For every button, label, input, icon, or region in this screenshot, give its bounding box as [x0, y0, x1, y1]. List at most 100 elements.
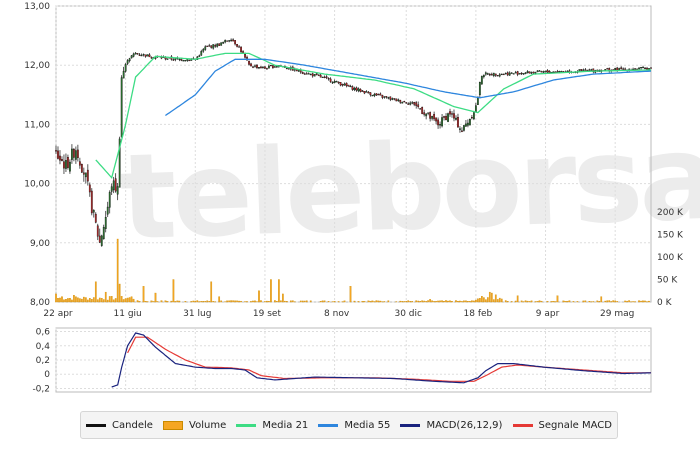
volume-bar [469, 301, 471, 303]
candle-body [75, 150, 77, 160]
x-tick-label: 8 nov [324, 309, 350, 319]
candle-body [518, 73, 521, 75]
chart-legend: Candele Volume Media 21 Media 55 MACD(26,12,… [80, 411, 618, 439]
volume-bar [459, 300, 461, 303]
candle-body [638, 67, 640, 70]
volume-bar [86, 299, 89, 303]
candle-body [307, 73, 310, 75]
candle-body [214, 44, 217, 47]
candle-body [86, 169, 89, 182]
volume-bar [447, 300, 449, 303]
candle-body [538, 70, 541, 72]
candle-body [634, 68, 636, 70]
candle-body [532, 71, 535, 74]
volume-bar [530, 300, 533, 303]
volume-bar [371, 300, 374, 303]
candle-body [150, 57, 153, 59]
candle-body [319, 74, 322, 78]
candle-body [264, 66, 266, 69]
candle-body [136, 53, 139, 55]
candle-body [544, 70, 547, 73]
volume-bar [367, 300, 370, 303]
legend-item[interactable]: MACD(26,12,9) [400, 420, 502, 431]
candle-body [218, 43, 221, 46]
candle-body [325, 76, 328, 78]
legend-item[interactable]: Candele [86, 420, 153, 431]
volume-bar [490, 292, 493, 303]
candle-body [471, 117, 473, 119]
volume-bar [172, 279, 175, 303]
volume-bar [353, 300, 356, 303]
volume-bar [405, 300, 408, 303]
volume-bar [479, 298, 481, 303]
volume-bar [85, 297, 87, 303]
candle-body [363, 91, 366, 94]
volume-bar [280, 300, 282, 303]
volume-bar [614, 300, 617, 303]
candle-body [96, 225, 99, 237]
candle-body [415, 102, 418, 106]
candle-body [234, 40, 236, 45]
volume-bar [554, 301, 557, 303]
volume-bar [373, 301, 376, 303]
legend-item[interactable]: Volume [163, 420, 226, 431]
candle-body [449, 111, 451, 115]
candle-body [140, 55, 143, 57]
volume-bar [349, 286, 352, 303]
ma21-series-line [95, 52, 652, 180]
candle-body [104, 217, 107, 229]
volume-bar [451, 301, 453, 303]
volume-bar [63, 299, 65, 303]
candle-body [166, 58, 169, 60]
volume-bar [449, 300, 451, 303]
volume-bar [212, 301, 215, 303]
volume-bar [492, 299, 495, 303]
candle-body [528, 71, 531, 74]
volume-bar [520, 300, 523, 303]
volume-bar [628, 300, 630, 303]
volume-bar [546, 301, 549, 303]
candle-body [198, 55, 201, 57]
candle-body [556, 71, 559, 73]
volume-bar [644, 300, 646, 303]
candle-body [524, 72, 527, 74]
volume-bar [299, 300, 302, 303]
volume-y-tick-label: 50 K [657, 276, 678, 286]
candle-body [339, 82, 342, 86]
volume-bar [114, 298, 117, 303]
volume-bar [528, 301, 531, 303]
candle-body [421, 106, 424, 114]
volume-bar [152, 301, 155, 303]
volume-bar [383, 301, 386, 303]
volume-bar [236, 300, 238, 303]
legend-item[interactable]: Media 21 [236, 420, 308, 431]
volume-bar [488, 291, 491, 303]
volume-bar [156, 301, 159, 303]
volume-bar [606, 300, 609, 303]
candle-body [512, 73, 515, 75]
candle-body [494, 73, 497, 76]
volume-bar [640, 300, 642, 303]
volume-bar [369, 301, 372, 303]
candle-body [542, 71, 545, 73]
volume-bar [122, 299, 125, 303]
candle-body [106, 206, 109, 215]
candle-body [622, 68, 625, 70]
candle-body [73, 149, 75, 158]
legend-item[interactable]: Segnale MACD [512, 420, 612, 431]
candle-body [467, 122, 469, 126]
candle-body [361, 90, 364, 92]
candle-body [226, 40, 229, 42]
volume-bar [638, 300, 640, 303]
candle-body [644, 67, 646, 70]
candle-body [590, 69, 593, 71]
candle-body [120, 77, 123, 138]
candle-body [397, 99, 400, 102]
candle-body [401, 101, 404, 104]
volume-bar [252, 300, 254, 303]
volume-bar [506, 301, 509, 303]
candle-body [459, 128, 461, 130]
volume-bar [106, 299, 109, 303]
legend-item[interactable]: Media 55 [318, 420, 390, 431]
candle-body [447, 113, 449, 122]
